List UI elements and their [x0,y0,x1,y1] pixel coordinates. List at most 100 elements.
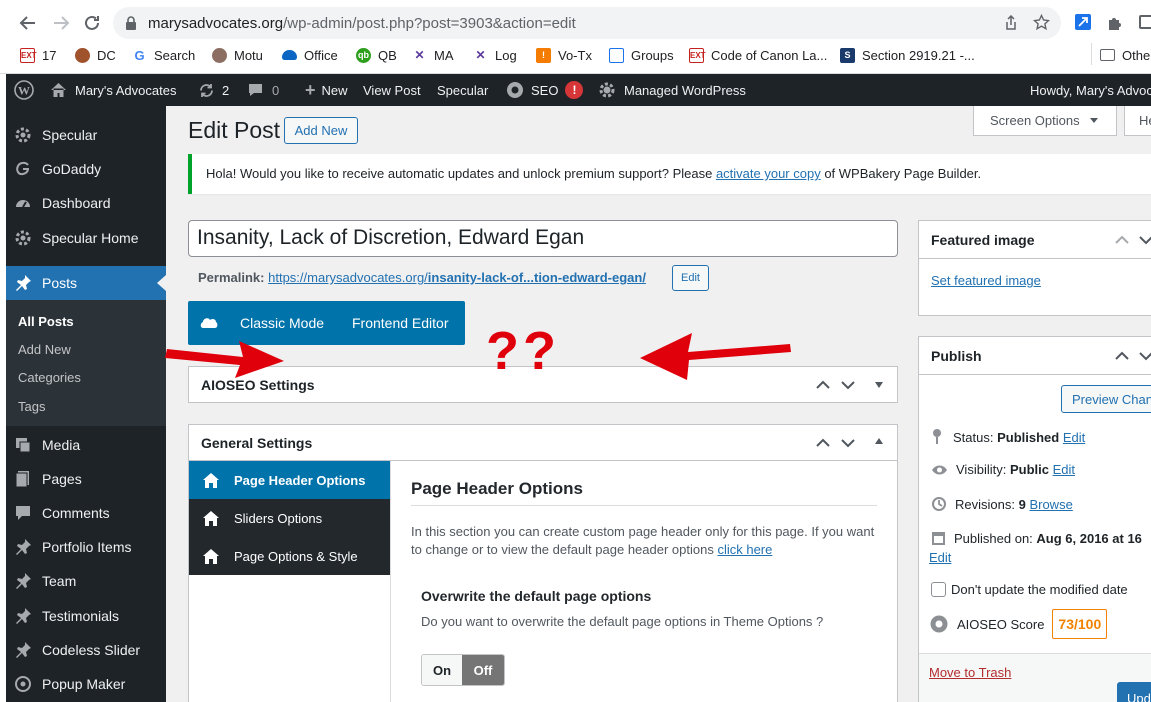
admin-bar-view-post[interactable]: View Post [363,74,421,106]
admin-bar-new[interactable]: + New [305,74,348,106]
chevron-down-icon[interactable] [1139,349,1151,363]
lock-icon [125,16,137,30]
bookmark-item[interactable]: G Search [132,46,195,64]
move-to-trash-link[interactable]: Move to Trash [929,665,1011,680]
edit-status-link[interactable]: Edit [1063,430,1085,445]
general-settings-title[interactable]: General Settings [201,435,312,451]
preview-changes-button[interactable]: Preview Chan [1061,385,1151,413]
sidebar-item-popup-maker[interactable]: Popup Maker [6,667,166,701]
screen-options-button[interactable]: Screen Options [973,106,1117,136]
chevron-down-icon[interactable] [1139,233,1151,247]
toggle-off[interactable]: Off [462,655,504,685]
submenu-tags[interactable]: Tags [18,399,45,414]
sidebar-item-comments[interactable]: Comments [6,496,166,530]
admin-bar-seo[interactable]: SEO ! [505,74,584,106]
click-here-link[interactable]: click here [717,542,772,557]
pushpin-icon [14,641,32,659]
help-button[interactable]: He [1124,106,1151,136]
section-icon: S [840,47,855,63]
puzzle-icon[interactable] [1107,14,1124,31]
sidebar-item-testimonials[interactable]: Testimonials [6,599,166,633]
pushpin-icon [14,572,32,590]
chevron-down-icon[interactable] [841,378,855,392]
window-icon[interactable] [1139,15,1151,29]
pushpin-icon [14,274,32,292]
browse-revisions-link[interactable]: Browse [1029,497,1072,512]
edit-date-link[interactable]: Edit [929,550,951,565]
bookmark-item[interactable]: EXT 17 [20,46,56,64]
folder-icon [1100,49,1115,61]
sidebar-item-portfolio[interactable]: Portfolio Items [6,530,166,564]
extension-icon[interactable] [1075,14,1091,30]
activate-copy-link[interactable]: activate your copy [716,166,821,181]
bookmark-item[interactable]: ✕ Log [473,46,517,64]
admin-bar-updates[interactable]: 2 [198,74,229,106]
forward-icon[interactable] [50,12,72,34]
publish-title[interactable]: Publish [931,348,982,364]
bookmark-item[interactable]: Groups [609,46,674,64]
toggle-panel-icon[interactable] [873,379,887,393]
chevron-down-icon[interactable] [841,436,855,450]
sidebar-item-codeless-slider[interactable]: Codeless Slider [6,633,166,667]
bookmark-item[interactable]: S Section 2919.21 -... [840,46,975,64]
submenu-categories[interactable]: Categories [18,370,81,385]
post-title-input[interactable]: Insanity, Lack of Discretion, Edward Ega… [188,220,898,257]
bookmark-item[interactable]: EXT Code of Canon La... [689,46,827,64]
toggle-on[interactable]: On [422,655,462,685]
sidebar-item-specular[interactable]: Specular [6,118,166,152]
aioseo-score-badge[interactable]: 73/100 [1052,609,1108,639]
sidebar-item-dashboard[interactable]: Dashboard [6,186,166,220]
back-icon[interactable] [17,12,39,34]
add-new-button[interactable]: Add New [284,117,358,144]
chevron-up-icon[interactable] [1115,233,1129,247]
panel-divider [411,505,877,506]
submenu-all-posts[interactable]: All Posts [18,314,74,329]
bookmark-item[interactable]: DC [75,46,116,64]
chevron-up-icon[interactable] [816,378,830,392]
admin-bar-site[interactable]: Mary's Advocates [50,74,176,106]
star-icon[interactable] [1033,14,1050,31]
permalink-link[interactable]: https://marysadvocates.org/insanity-lack… [268,270,646,285]
dont-update-checkbox[interactable] [931,582,946,597]
plus-icon: + [305,79,316,100]
current-menu-arrow [157,275,166,291]
sidebar-item-posts[interactable]: Posts [6,266,166,300]
admin-bar-managed[interactable]: Managed WordPress [598,74,746,106]
bookmark-folder[interactable]: Othe [1100,46,1150,64]
chevron-up-icon[interactable] [1115,349,1129,363]
divider [919,258,1151,259]
sidebar-item-pages[interactable]: Pages [6,462,166,496]
bookmark-item[interactable]: qb QB [356,46,397,64]
dc-icon [75,47,90,63]
submenu-add-new[interactable]: Add New [18,342,71,357]
bookmark-item[interactable]: Office [282,46,338,64]
tab-sliders-options[interactable]: Sliders Options [189,499,390,537]
bookmark-item[interactable]: ✕ MA [412,46,454,64]
chevron-up-icon[interactable] [816,436,830,450]
address-bar[interactable]: marysadvocates.org/wp-admin/post.php?pos… [113,7,1061,39]
sidebar-item-team[interactable]: Team [6,564,166,598]
share-icon[interactable] [1003,15,1019,31]
admin-bar-specular[interactable]: Specular [437,74,488,106]
featured-image-title[interactable]: Featured image [931,232,1034,248]
set-featured-image-link[interactable]: Set featured image [931,273,1041,288]
admin-bar-comments[interactable]: 0 [247,74,279,106]
bookmark-item[interactable]: Motu [212,46,263,64]
reload-icon[interactable] [81,12,103,34]
wordpress-logo-icon[interactable]: W [14,74,34,106]
aioseo-icon [505,80,525,100]
wpbakery-notice: Hola! Would you like to receive automati… [188,154,1151,194]
update-button[interactable]: Upd [1117,682,1151,702]
gear-icon [14,126,32,144]
admin-bar-howdy[interactable]: Howdy, Mary's Advoc [1030,74,1151,106]
tab-page-header-options[interactable]: Page Header Options [189,461,390,499]
tab-page-options-style[interactable]: Page Options & Style [189,537,390,575]
toggle-panel-icon[interactable] [873,435,887,449]
overwrite-toggle[interactable]: On Off [421,654,505,686]
permalink-edit-button[interactable]: Edit [672,265,709,291]
sidebar-item-godaddy[interactable]: GoDaddy [6,152,166,186]
sidebar-item-specular-home[interactable]: Specular Home [6,221,166,255]
bookmark-item[interactable]: ! Vo-Tx [536,46,592,64]
sidebar-item-media[interactable]: Media [6,428,166,462]
edit-visibility-link[interactable]: Edit [1053,462,1075,477]
